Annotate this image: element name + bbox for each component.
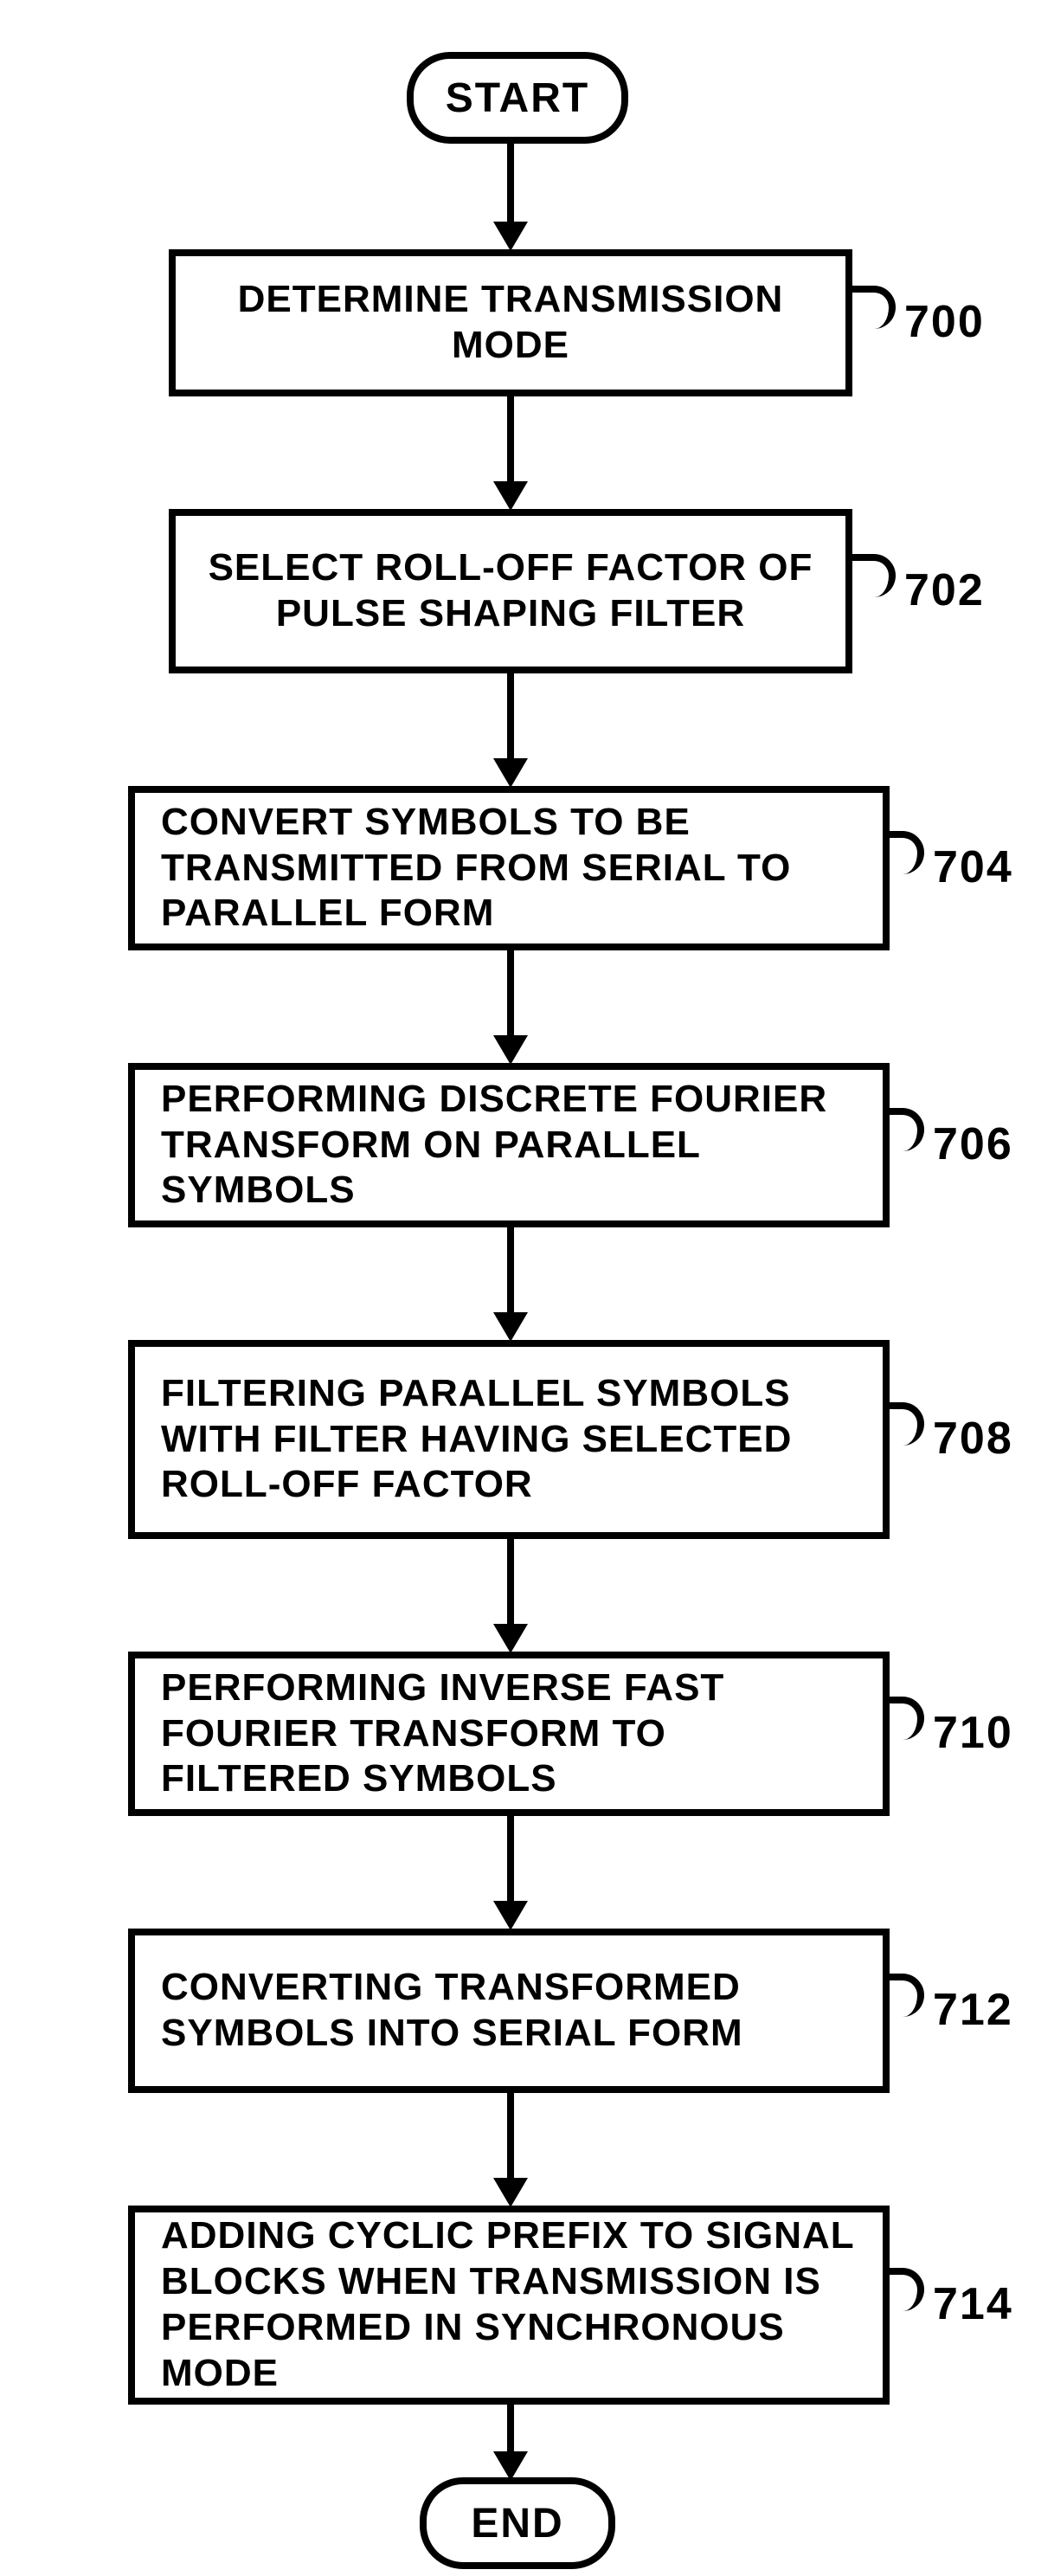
ref-connector <box>852 554 896 597</box>
arrow-head-icon <box>493 222 528 251</box>
step-text: ADDING CYCLIC PREFIX TO SIGNAL BLOCKS WH… <box>161 2213 857 2396</box>
ref-connector <box>890 1402 924 1446</box>
step-704: CONVERT SYMBOLS TO BE TRANSMITTED FROM S… <box>128 786 890 950</box>
arrow <box>507 1539 514 1626</box>
step-text: SELECT ROLL-OFF FACTOR OF PULSE SHAPING … <box>202 545 819 637</box>
arrow-head-icon <box>493 481 528 511</box>
arrow <box>507 1227 514 1314</box>
start-label: START <box>446 74 589 122</box>
arrow <box>507 2093 514 2180</box>
step-text: FILTERING PARALLEL SYMBOLS WITH FILTER H… <box>161 1371 857 1508</box>
arrow <box>507 673 514 760</box>
start-terminal: START <box>407 52 628 144</box>
step-700: DETERMINE TRANSMISSION MODE <box>169 249 852 396</box>
ref-connector <box>890 1974 924 2017</box>
step-706: PERFORMING DISCRETE FOURIER TRANSFORM ON… <box>128 1063 890 1227</box>
arrow <box>507 396 514 483</box>
arrow-head-icon <box>493 2178 528 2207</box>
ref-connector <box>890 1108 924 1151</box>
end-label: END <box>471 2500 563 2547</box>
step-710: PERFORMING INVERSE FAST FOURIER TRANSFOR… <box>128 1652 890 1816</box>
arrow <box>507 137 514 223</box>
step-712: CONVERTING TRANSFORMED SYMBOLS INTO SERI… <box>128 1929 890 2093</box>
step-708: FILTERING PARALLEL SYMBOLS WITH FILTER H… <box>128 1340 890 1539</box>
step-text: CONVERT SYMBOLS TO BE TRANSMITTED FROM S… <box>161 800 857 937</box>
arrow-head-icon <box>493 1035 528 1065</box>
arrow <box>507 2405 514 2453</box>
step-text: CONVERTING TRANSFORMED SYMBOLS INTO SERI… <box>161 1965 857 2057</box>
ref-connector <box>890 2268 924 2311</box>
step-ref: 702 <box>904 564 985 616</box>
step-text: PERFORMING INVERSE FAST FOURIER TRANSFOR… <box>161 1665 857 1802</box>
ref-connector <box>852 286 896 329</box>
arrow-head-icon <box>493 1624 528 1653</box>
arrow-head-icon <box>493 2451 528 2481</box>
step-text: PERFORMING DISCRETE FOURIER TRANSFORM ON… <box>161 1077 857 1214</box>
step-ref: 712 <box>933 1984 1013 2036</box>
end-terminal: END <box>420 2477 615 2569</box>
step-ref: 706 <box>933 1118 1013 1170</box>
arrow <box>507 1816 514 1903</box>
step-714: ADDING CYCLIC PREFIX TO SIGNAL BLOCKS WH… <box>128 2206 890 2405</box>
arrow-head-icon <box>493 758 528 788</box>
flowchart: START DETERMINE TRANSMISSION MODE 700 SE… <box>0 0 1054 2576</box>
step-ref: 704 <box>933 841 1013 893</box>
arrow <box>507 950 514 1037</box>
arrow-head-icon <box>493 1312 528 1342</box>
step-702: SELECT ROLL-OFF FACTOR OF PULSE SHAPING … <box>169 509 852 673</box>
step-ref: 714 <box>933 2278 1013 2330</box>
step-ref: 700 <box>904 296 985 348</box>
ref-connector <box>890 831 924 874</box>
step-ref: 710 <box>933 1707 1013 1759</box>
step-text: DETERMINE TRANSMISSION MODE <box>202 277 819 369</box>
ref-connector <box>890 1697 924 1740</box>
arrow-head-icon <box>493 1901 528 1930</box>
step-ref: 708 <box>933 1413 1013 1465</box>
